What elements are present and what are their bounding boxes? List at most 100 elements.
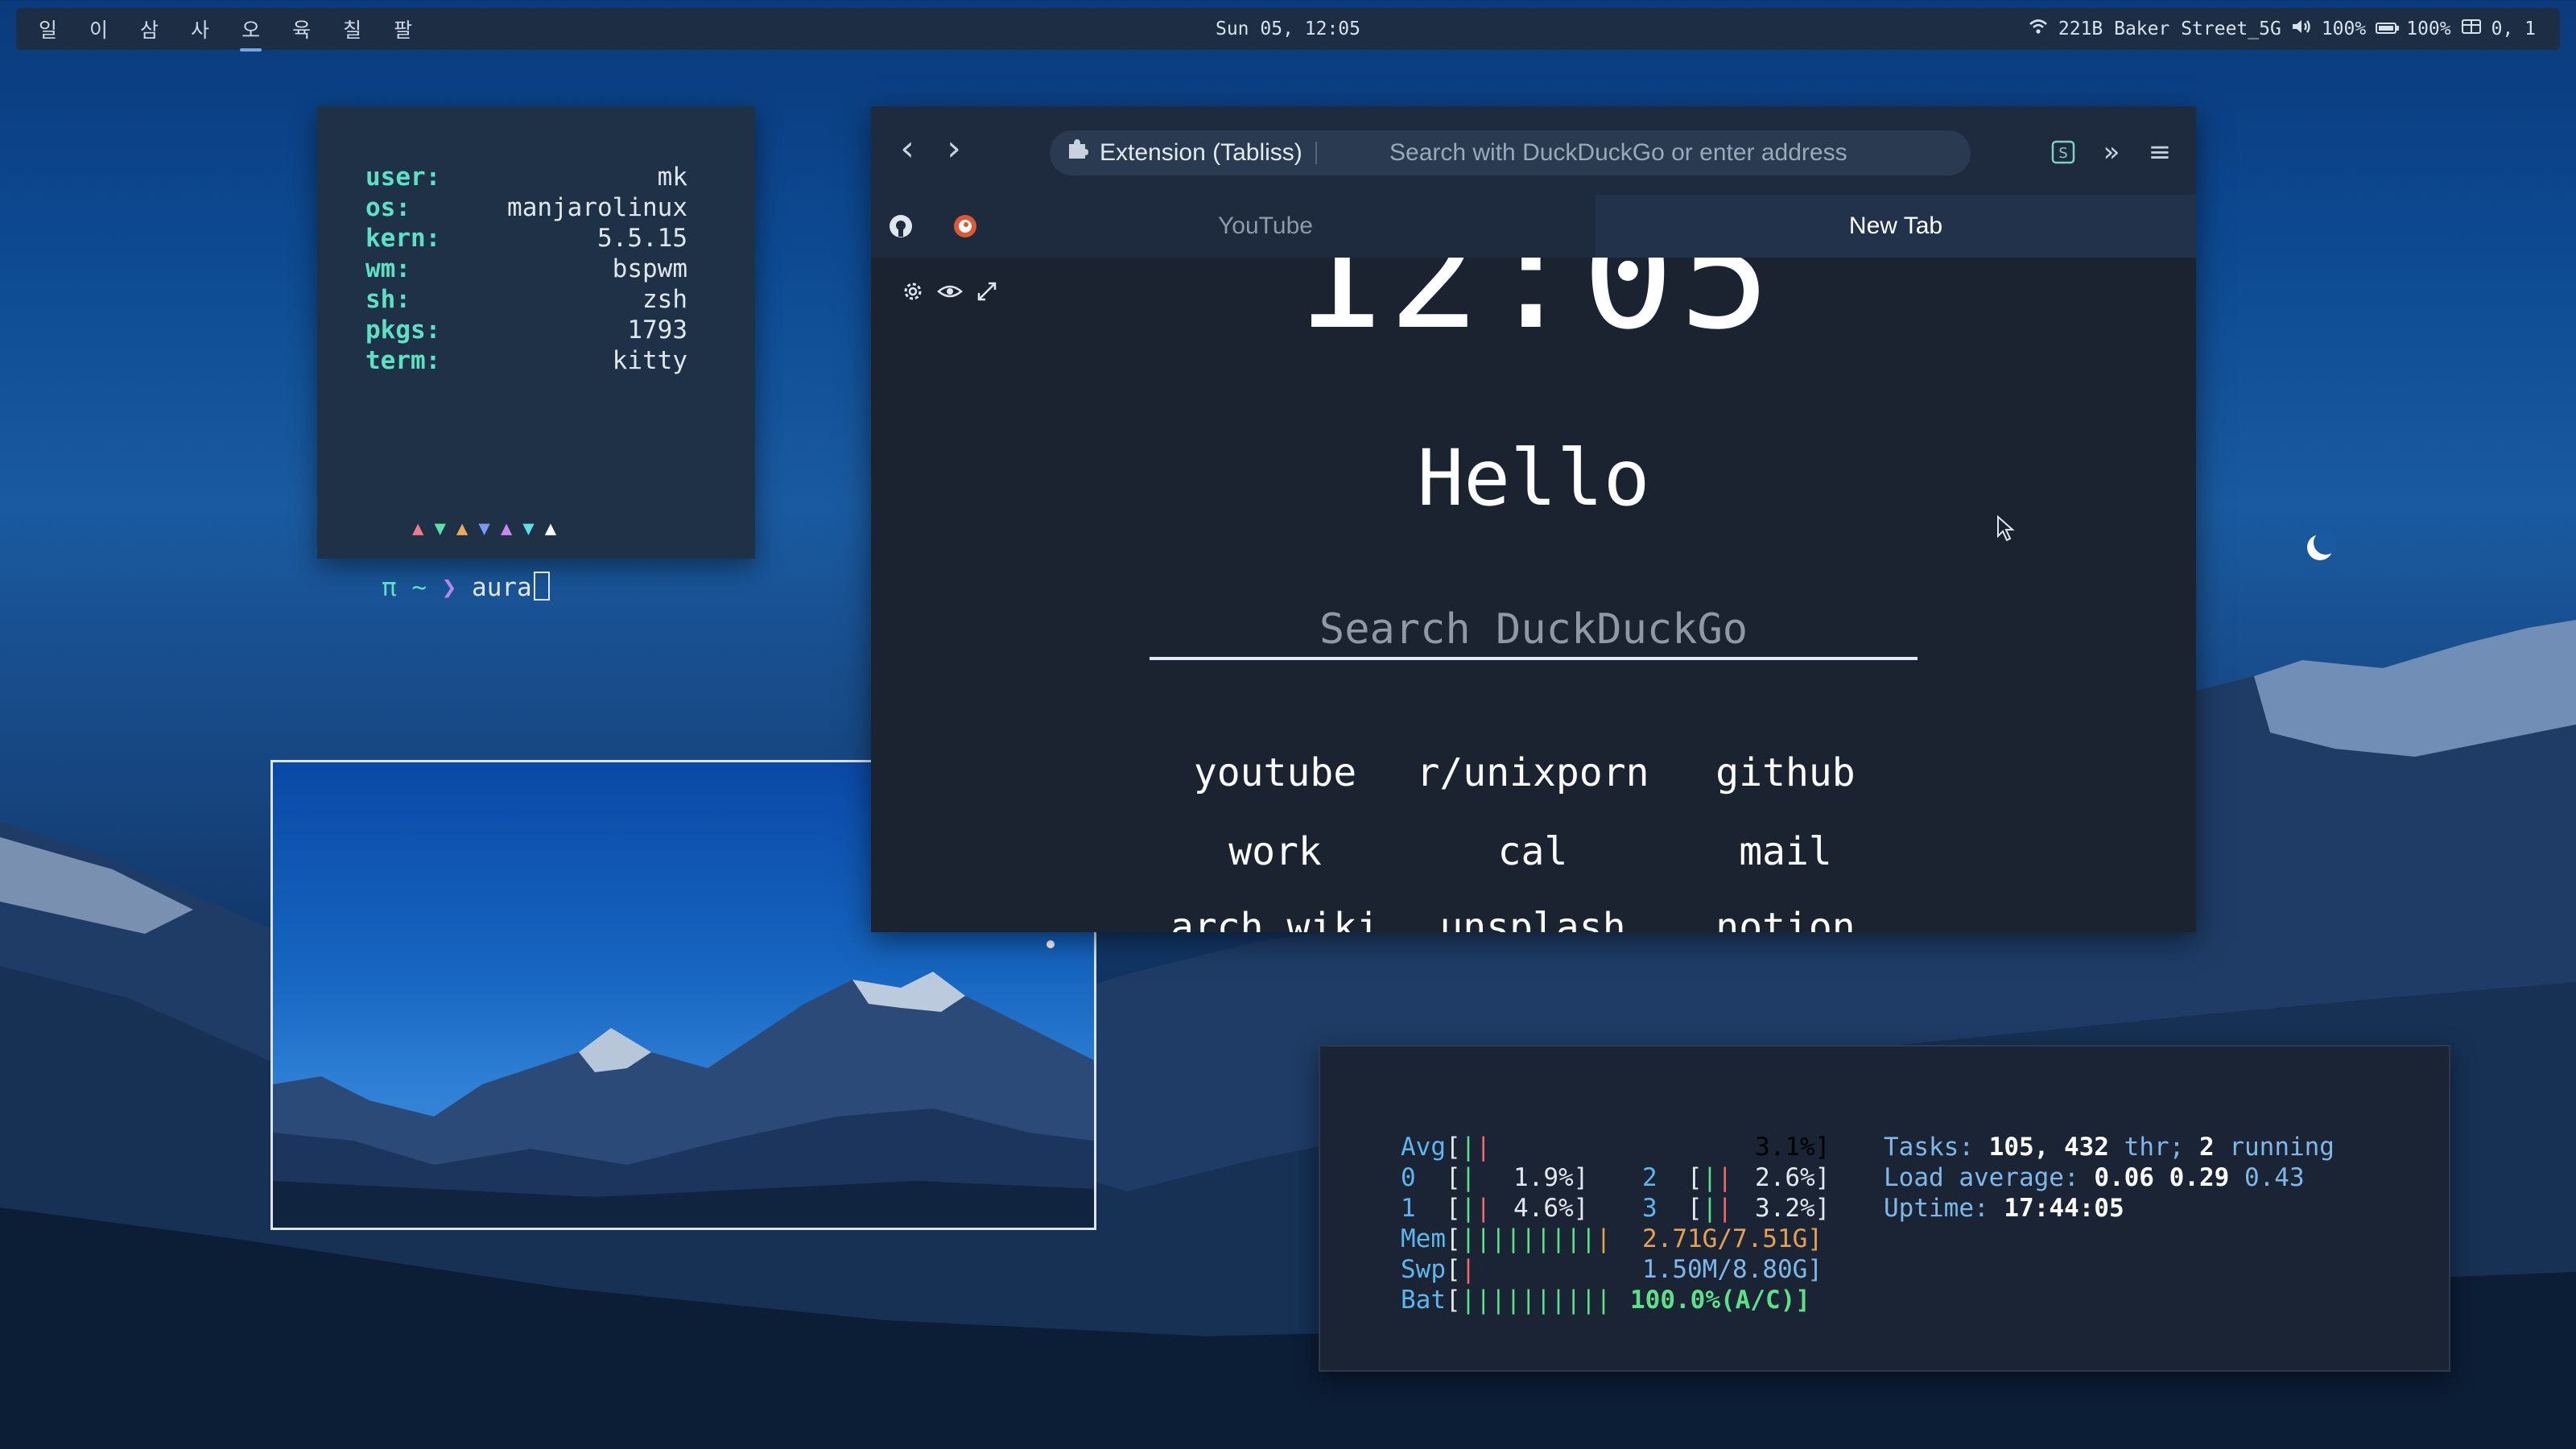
extension-identity[interactable]: Extension (Tabliss) [1066, 130, 1302, 175]
palette-triangle: ▼ [478, 517, 490, 539]
battery-icon[interactable] [2376, 19, 2400, 39]
info-value: mk [657, 163, 687, 192]
desktop-layout[interactable]: 0, 1 [2491, 19, 2536, 39]
cpu3-meter: 3 [|| [1642, 1194, 1733, 1223]
link-github[interactable]: github [1657, 750, 1914, 795]
info-key: pkgs: [365, 316, 441, 345]
palette-triangle: ▼ [434, 517, 446, 539]
cpu2-value: 2.6%] [1755, 1163, 1831, 1192]
workspace-2[interactable]: 이 [89, 14, 108, 43]
prompt-symbol: π [382, 573, 397, 602]
wifi-icon[interactable] [2028, 19, 2049, 39]
uptime-label: Uptime: [1884, 1194, 1989, 1223]
forward-button[interactable]: › [934, 130, 974, 171]
info-row-pkgs: pkgs: 1793 [365, 316, 687, 346]
prompt-arrow: ❯ [441, 573, 457, 602]
meter-label: 0 [1401, 1163, 1416, 1192]
top-bar: 일 이 삼 사 오 육 칠 팔 Sun 05, 12:05 221B Baker… [16, 8, 2560, 52]
link-mail[interactable]: mail [1657, 829, 1914, 874]
info-row-os: os: manjarolinux [365, 193, 687, 224]
meter-label: 2 [1642, 1163, 1657, 1192]
prompt-dir: ~ [411, 573, 427, 602]
extension-s-icon[interactable]: S [2043, 132, 2083, 172]
load-line: Load average: 0.06 0.29 0.43 [1884, 1162, 2305, 1193]
link-unsplash[interactable]: unsplash [1404, 905, 1662, 932]
info-value: manjarolinux [507, 193, 687, 222]
info-value: zsh [642, 285, 687, 314]
swap-meter: Swp[| [1401, 1255, 1476, 1284]
battery-meter: Bat[|||||||||| [1401, 1286, 1612, 1315]
info-row-term: term: kitty [365, 346, 687, 377]
link-cal[interactable]: cal [1404, 829, 1662, 874]
workspace-5[interactable]: 오 [240, 14, 262, 52]
info-row-user: user: mk [365, 163, 687, 193]
workspace-6[interactable]: 육 [292, 14, 311, 43]
info-key: kern: [365, 224, 441, 253]
meter-label: 1 [1401, 1194, 1416, 1223]
shell-prompt[interactable]: π ~ ❯ aura [382, 572, 550, 602]
back-button[interactable]: ‹ [887, 130, 927, 171]
info-key: term: [365, 346, 441, 375]
mouse-pointer-icon [1997, 515, 2015, 542]
tab-youtube[interactable]: YouTube [984, 195, 1547, 258]
running-count: 2 [2198, 1133, 2215, 1162]
cpu-avg-meter: Avg[|| [1401, 1133, 1492, 1162]
htop-terminal[interactable]: Avg[|| 3.1%] 0 [| 1.9%] 2 [|| 2.6%] 1 [|… [1319, 1045, 2450, 1372]
info-key: user: [365, 163, 441, 192]
meter-label: Bat [1401, 1286, 1446, 1315]
duckduckgo-icon [954, 215, 976, 237]
link-notion[interactable]: notion [1657, 905, 1914, 932]
text-cursor [533, 572, 550, 601]
browser-toolbar: ‹ › Extension (Tabliss) Search with Duck… [871, 106, 2196, 195]
search-placeholder: Search DuckDuckGo [1319, 605, 1748, 654]
mem-value: 2.71G/7.51G] [1642, 1224, 1823, 1253]
workspace-switcher: 일 이 삼 사 오 육 칠 팔 [39, 8, 412, 52]
battery-level[interactable]: 100% [2406, 19, 2450, 39]
running-label: running [2229, 1133, 2334, 1162]
swap-value: 1.50M/8.80G] [1642, 1255, 1823, 1284]
workspace-8[interactable]: 팔 [394, 14, 412, 43]
workspace-3[interactable]: 삼 [140, 14, 159, 43]
meter-label: Avg [1401, 1133, 1446, 1162]
palette-triangle: ▼ [522, 517, 535, 539]
info-key: wm: [365, 254, 411, 283]
command-input[interactable]: aura [472, 573, 532, 602]
link-youtube[interactable]: youtube [1146, 750, 1404, 795]
tasks-line: Tasks: 105, 432 thr; 2 running [1884, 1132, 2334, 1162]
link-unixporn[interactable]: r/unixporn [1404, 750, 1662, 795]
threads-label: thr; [2124, 1133, 2185, 1162]
link-arch-wiki[interactable]: arch wiki [1146, 905, 1404, 932]
volume-icon[interactable] [2291, 18, 2312, 40]
cpu3-value: 3.2%] [1755, 1194, 1831, 1223]
palette-triangle: ▲ [412, 517, 424, 539]
info-value: kitty [612, 346, 687, 375]
cpu1-value: 4.6%] [1513, 1194, 1589, 1223]
palette-triangle: ▲ [544, 517, 557, 539]
pinned-tab-github[interactable] [881, 206, 921, 246]
cpu0-meter: 0 [| [1401, 1163, 1476, 1192]
load-5: 0.29 [2169, 1163, 2230, 1192]
palette-triangle: ▲ [456, 517, 469, 539]
overflow-chevrons-icon[interactable]: » [2091, 132, 2132, 172]
volume-level[interactable]: 100% [2322, 19, 2366, 39]
info-row-kern: kern: 5.5.15 [365, 224, 687, 254]
hamburger-menu-icon[interactable]: ≡ [2140, 132, 2180, 172]
pinned-tab-duckduckgo[interactable] [945, 206, 985, 246]
cpu0-value: 1.9%] [1513, 1163, 1589, 1192]
search-field[interactable]: Search DuckDuckGo [1150, 588, 1918, 660]
neofetch-terminal[interactable]: user: mk os: manjarolinux kern: 5.5.15 wm: b… [317, 106, 755, 602]
workspace-1[interactable]: 일 [39, 14, 57, 43]
address-bar[interactable]: Extension (Tabliss) Search with DuckDuck… [1050, 130, 1971, 175]
tab-new-tab[interactable]: New Tab [1596, 195, 2196, 258]
tabliss-clock: 12:05 [1291, 258, 1776, 363]
layout-icon[interactable] [2461, 18, 2482, 40]
wifi-name[interactable]: 221B Baker Street_5G [2058, 19, 2281, 39]
link-work[interactable]: work [1146, 829, 1404, 874]
moon-icon [2307, 531, 2336, 560]
info-row-sh: sh: zsh [365, 285, 687, 316]
meter-label: Mem [1401, 1224, 1446, 1253]
tasks-label: Tasks: [1884, 1133, 1974, 1162]
workspace-4[interactable]: 사 [191, 14, 209, 43]
workspace-7[interactable]: 칠 [343, 14, 361, 43]
info-key: sh: [365, 285, 411, 314]
